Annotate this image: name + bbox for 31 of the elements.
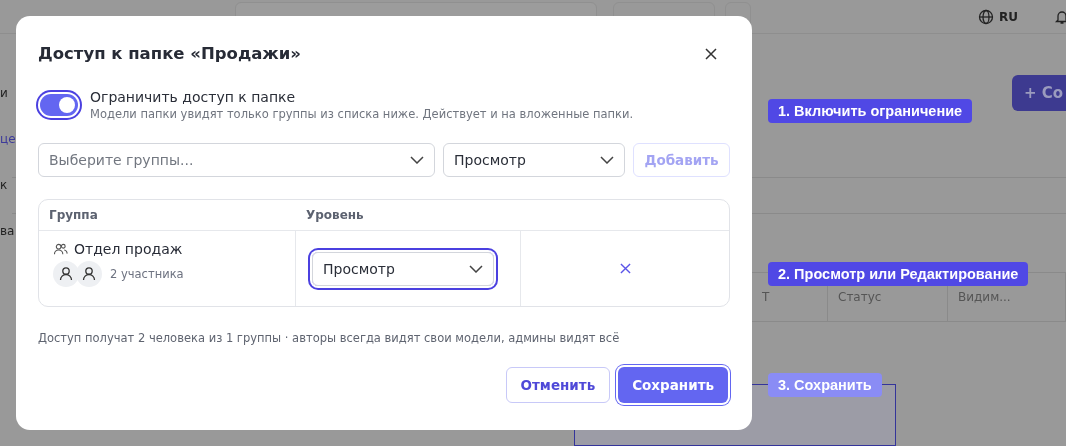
callout-label: 1. Включить ограничение <box>768 99 973 123</box>
bell-icon[interactable] <box>1054 8 1066 25</box>
chevron-icon <box>469 264 483 273</box>
page-text: и <box>0 86 9 102</box>
remove-icon[interactable] <box>619 263 631 274</box>
cancel-button[interactable]: Отменить <box>505 367 611 403</box>
language-label[interactable]: RU <box>999 9 1018 24</box>
group-name: Отдел продаж <box>74 241 183 257</box>
group-select[interactable]: Выберите группы... <box>38 143 435 177</box>
dialog-title: Доступ к папке «Продажи» <box>38 44 301 63</box>
chevron-icon <box>600 156 614 164</box>
member-count: 2 участника <box>110 267 184 281</box>
globe-icon[interactable] <box>978 8 994 25</box>
toggle-hint: Модели папки увидят только группы из списка ниже. Действует и на вложенные папки. <box>90 107 634 121</box>
access-note: Доступ получат 2 человека из 1 группы · авторы всегда видят свои модели, админы видят всё <box>38 331 621 345</box>
chevron-icon <box>410 156 424 164</box>
avatar-icon <box>53 261 79 287</box>
callout-label: 3. Сохранить <box>768 373 882 397</box>
close-icon[interactable] <box>704 46 718 61</box>
create-button[interactable]: + Со <box>1012 75 1066 111</box>
callout-label: 2. Просмотр или Редактирование <box>768 262 1029 286</box>
column-header: Группа <box>48 207 99 224</box>
column-header: Уровень <box>305 207 365 224</box>
page-text: ва <box>0 224 14 240</box>
level-select[interactable]: Просмотр <box>443 143 625 177</box>
page-text: це <box>0 132 14 148</box>
users-icon <box>53 242 68 256</box>
avatar-icon <box>76 261 102 287</box>
page-text: к <box>0 178 9 194</box>
save-button[interactable]: Сохранить <box>618 367 728 403</box>
toggle-label: Ограничить доступ к папке <box>90 89 297 105</box>
